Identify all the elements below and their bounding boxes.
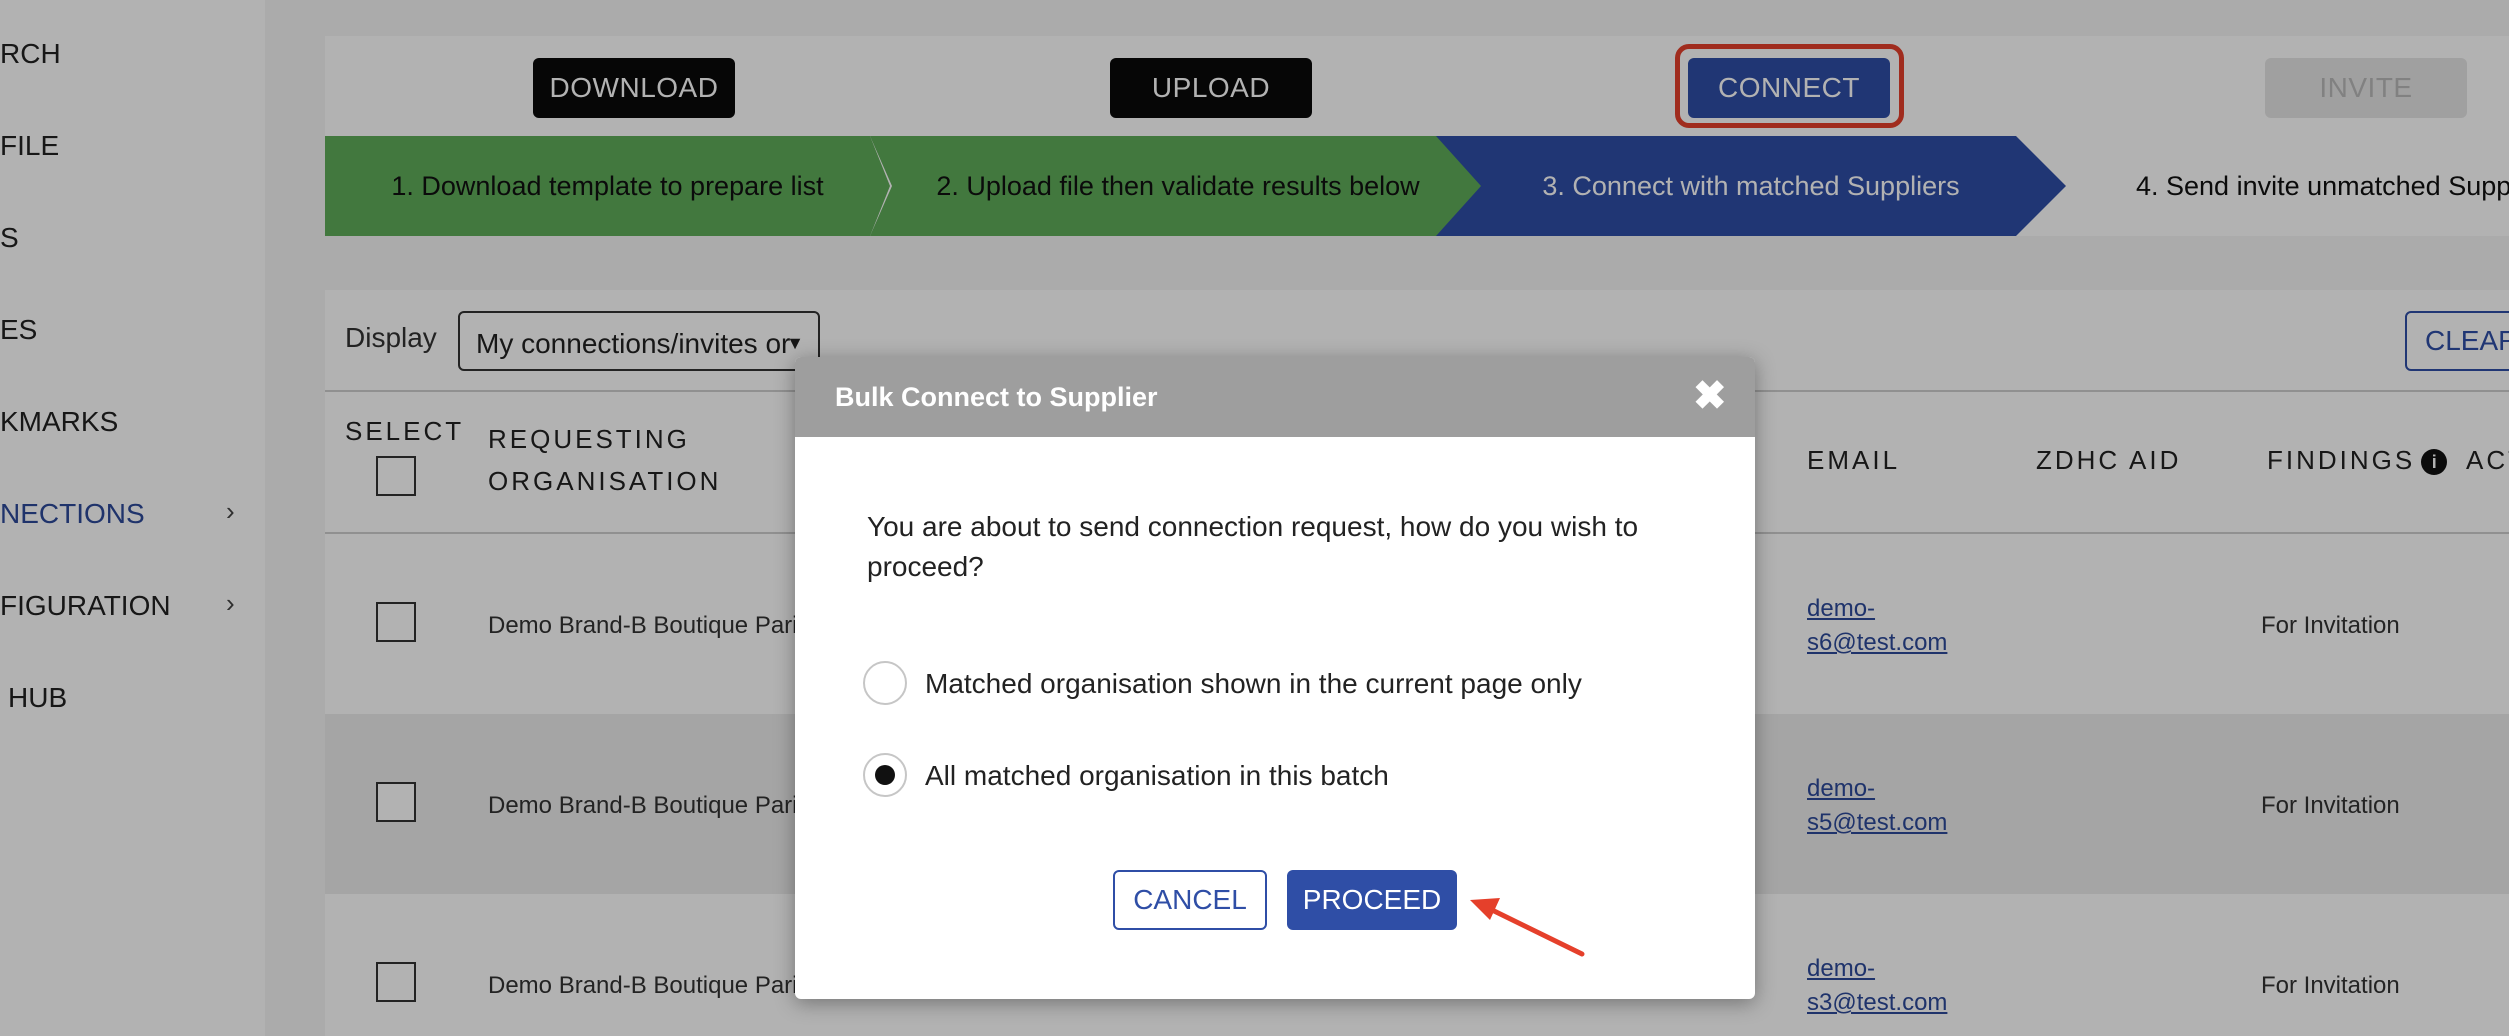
bulk-connect-dialog: Bulk Connect to Supplier ✖ You are about… [795, 357, 1755, 999]
radio-all-in-batch-label[interactable]: All matched organisation in this batch [925, 760, 1389, 792]
close-icon[interactable]: ✖ [1693, 373, 1727, 419]
radio-current-page-label[interactable]: Matched organisation shown in the curren… [925, 668, 1582, 700]
radio-current-page[interactable] [863, 661, 907, 705]
radio-all-in-batch[interactable] [863, 753, 907, 797]
dialog-message: You are about to send connection request… [867, 511, 1639, 582]
annotation-arrow-icon [1470, 898, 1585, 957]
dialog-header: Bulk Connect to Supplier ✖ [795, 357, 1755, 437]
dialog-title: Bulk Connect to Supplier [835, 382, 1158, 412]
cancel-button[interactable]: CANCEL [1113, 870, 1267, 930]
proceed-button[interactable]: PROCEED [1287, 870, 1457, 930]
